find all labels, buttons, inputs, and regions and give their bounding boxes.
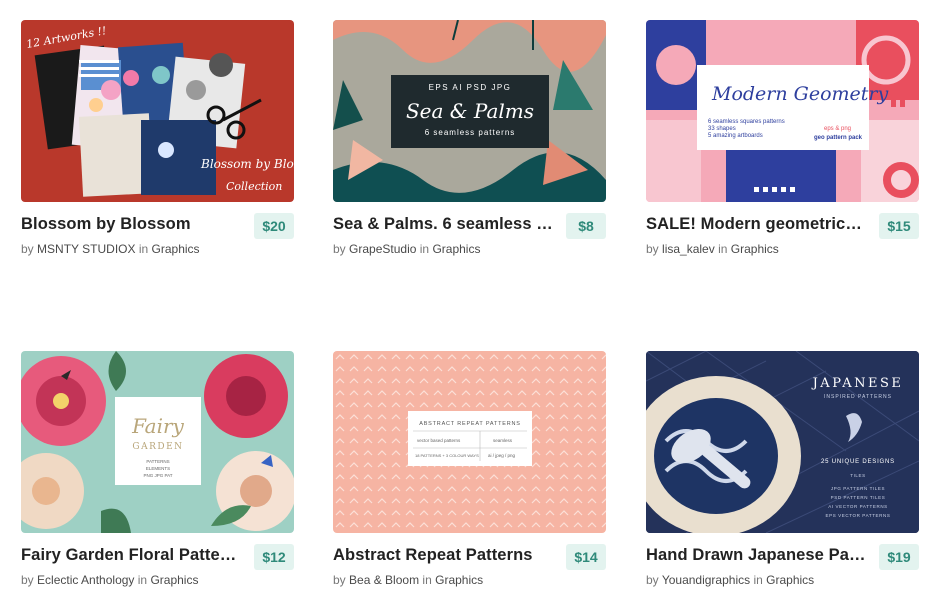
author-link[interactable]: GrapeStudio bbox=[349, 242, 416, 256]
category-link[interactable]: Graphics bbox=[150, 573, 198, 587]
product-price: $14 bbox=[566, 544, 606, 570]
thumb-formats-text: EPS AI PSD JPG bbox=[429, 83, 512, 92]
category-link[interactable]: Graphics bbox=[435, 573, 483, 587]
thumb-t5-text: EPS VECTOR PATTERNS bbox=[826, 513, 891, 518]
thumb-pack-text: geo pattern pack bbox=[814, 135, 863, 141]
thumb-heading-text: ABSTRACT REPEAT PATTERNS bbox=[419, 421, 521, 427]
category-link[interactable]: Graphics bbox=[731, 242, 779, 256]
thumb-sub1-text: PATTERNS bbox=[146, 459, 169, 464]
thumb-sub-text: INSPIRED PATTERNS bbox=[824, 394, 892, 400]
thumb-script2-text: GARDEN bbox=[132, 442, 183, 452]
author-link[interactable]: Youandigraphics bbox=[662, 573, 750, 587]
product-title[interactable]: SALE! Modern geometric patterns bbox=[646, 215, 866, 234]
thumb-script-text: Fairy bbox=[131, 414, 184, 438]
author-link[interactable]: lisa_kalev bbox=[662, 242, 715, 256]
by-label: by bbox=[21, 573, 34, 587]
thumb-sub2-text: ELEMENTS bbox=[146, 466, 170, 471]
product-thumbnail[interactable]: Fairy GARDEN PATTERNS ELEMENTS PNG JPG P… bbox=[21, 351, 294, 533]
thumb-script-text: Modern Geometry bbox=[711, 83, 888, 105]
in-label: in bbox=[419, 242, 430, 256]
thumb-script-text: Blossom by Blossom bbox=[200, 157, 294, 171]
thumb-c1-text: vector based patterns bbox=[417, 438, 461, 443]
product-meta: by lisa_kalev in Graphics bbox=[646, 242, 779, 256]
by-label: by bbox=[333, 573, 346, 587]
by-label: by bbox=[333, 242, 346, 256]
by-label: by bbox=[21, 242, 34, 256]
product-meta: by Youandigraphics in Graphics bbox=[646, 573, 814, 587]
author-link[interactable]: Eclectic Anthology bbox=[37, 573, 134, 587]
thumb-sub-text: Collection bbox=[226, 180, 282, 193]
product-thumbnail[interactable]: 12 Artworks !! Blossom by Blossom Collec… bbox=[21, 20, 294, 202]
in-label: in bbox=[422, 573, 432, 587]
thumb-c4-text: ai / jpeg / png bbox=[488, 453, 516, 458]
product-price: $12 bbox=[254, 544, 294, 570]
thumb-t1-text: TILES bbox=[850, 473, 866, 478]
thumb-line2-text: 33 shapes bbox=[708, 126, 736, 132]
thumb-count-text: 25 UNIQUE DESIGNS bbox=[821, 459, 895, 465]
thumb-c2-text: seamless bbox=[493, 438, 513, 443]
thumb-c3-text: 18 PATTERNS + 3 COLOUR WAYS bbox=[415, 453, 479, 458]
product-meta: by GrapeStudio in Graphics bbox=[333, 242, 480, 256]
product-thumbnail[interactable]: ABSTRACT REPEAT PATTERNS vector based pa… bbox=[333, 351, 606, 533]
product-title[interactable]: Sea & Palms. 6 seamless patterns bbox=[333, 215, 553, 234]
author-link[interactable]: MSNTY STUDIOX bbox=[37, 242, 135, 256]
thumb-t2-text: JPG PATTERN TILES bbox=[831, 486, 885, 491]
category-link[interactable]: Graphics bbox=[766, 573, 814, 587]
category-link[interactable]: Graphics bbox=[432, 242, 480, 256]
by-label: by bbox=[646, 242, 659, 256]
by-label: by bbox=[646, 573, 659, 587]
product-price: $8 bbox=[566, 213, 606, 239]
product-thumbnail[interactable]: EPS AI PSD JPG Sea & Palms 6 seamless pa… bbox=[333, 20, 606, 202]
in-label: in bbox=[753, 573, 763, 587]
in-label: in bbox=[718, 242, 728, 256]
thumb-heading-text: JAPANESE bbox=[811, 376, 904, 391]
thumb-t3-text: PSD PATTERN TILES bbox=[831, 495, 886, 500]
product-price: $20 bbox=[254, 213, 294, 239]
product-title[interactable]: Abstract Repeat Patterns bbox=[333, 546, 553, 565]
product-thumbnail[interactable]: JAPANESE INSPIRED PATTERNS 25 UNIQUE DES… bbox=[646, 351, 919, 533]
in-label: in bbox=[137, 573, 148, 587]
thumb-sub3-text: PNG JPG PAT bbox=[143, 473, 172, 478]
thumb-script-text: Sea & Palms bbox=[406, 99, 534, 123]
product-title[interactable]: Blossom by Blossom bbox=[21, 215, 241, 234]
product-meta: by Eclectic Anthology in Graphics bbox=[21, 573, 198, 587]
in-label: in bbox=[138, 242, 149, 256]
product-price: $15 bbox=[879, 213, 919, 239]
product-meta: by Bea & Bloom in Graphics bbox=[333, 573, 483, 587]
thumb-t4-text: AI VECTOR PATTERNS bbox=[828, 504, 888, 509]
author-link[interactable]: Bea & Bloom bbox=[349, 573, 419, 587]
product-title[interactable]: Hand Drawn Japanese Patterns bbox=[646, 546, 866, 565]
product-title[interactable]: Fairy Garden Floral Patterns bbox=[21, 546, 241, 565]
product-thumbnail[interactable]: Modern Geometry 6 seamless squares patte… bbox=[646, 20, 919, 202]
thumb-line3-text: 5 amazing artboards bbox=[708, 133, 763, 139]
product-price: $19 bbox=[879, 544, 919, 570]
thumb-sub-text: 6 seamless patterns bbox=[425, 128, 516, 137]
product-meta: by MSNTY STUDIOX in Graphics bbox=[21, 242, 200, 256]
category-link[interactable]: Graphics bbox=[152, 242, 200, 256]
thumb-line1-text: 6 seamless squares patterns bbox=[708, 119, 785, 125]
thumb-badge-text: eps & png bbox=[824, 126, 851, 132]
